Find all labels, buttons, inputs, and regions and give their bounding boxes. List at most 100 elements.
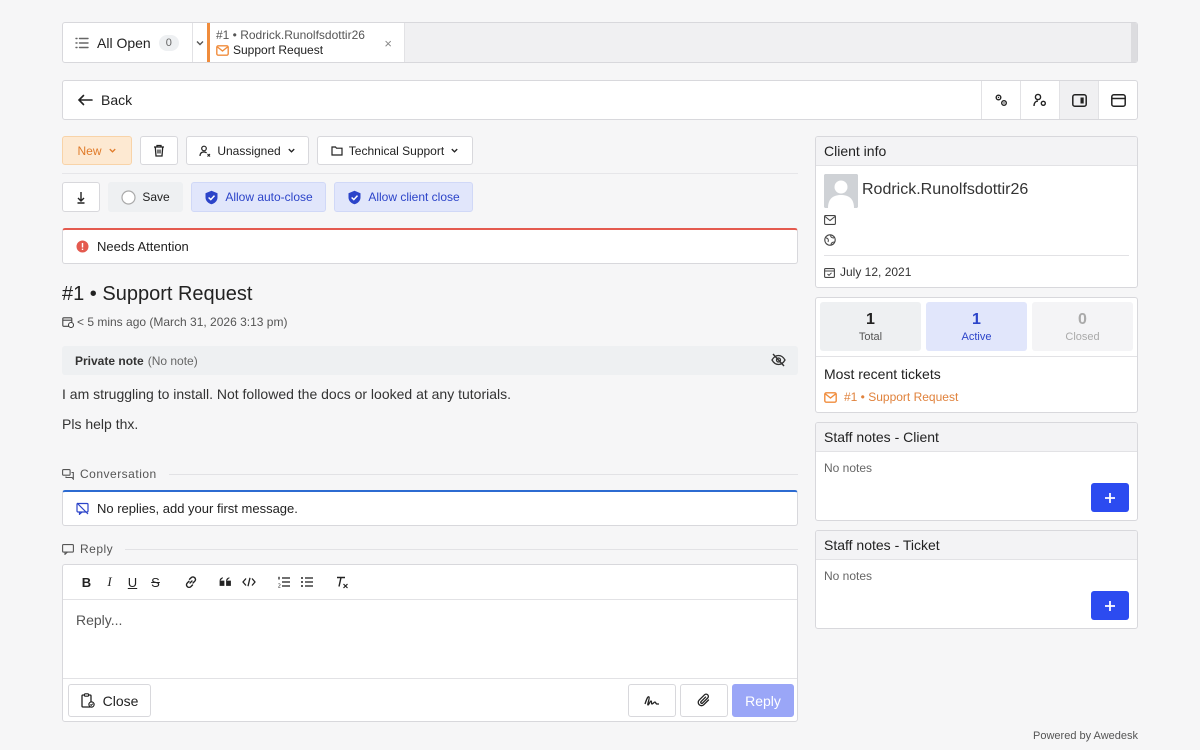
ordered-list-icon[interactable]: 2: [272, 572, 295, 592]
link-icon[interactable]: [179, 572, 202, 592]
stat-total-value: 1: [866, 310, 875, 328]
ticket-meta: < 5 mins ago (March 31, 2026 3:13 pm): [62, 315, 287, 329]
back-bar: Back: [62, 80, 1138, 120]
chevron-down-icon[interactable]: [193, 23, 207, 62]
assignee-dropdown[interactable]: Unassigned: [186, 136, 309, 165]
reply-heading: Reply: [62, 542, 798, 556]
arrow-left-icon: [77, 94, 93, 106]
close-icon[interactable]: ×: [384, 36, 392, 51]
divider: [62, 173, 798, 174]
bullet-list-icon[interactable]: [295, 572, 318, 592]
quote-icon[interactable]: [214, 572, 237, 592]
private-note-bar[interactable]: Private note (No note): [62, 346, 798, 375]
gears-icon[interactable]: [981, 81, 1020, 119]
code-icon[interactable]: [237, 572, 260, 592]
chat-icon: [62, 468, 74, 480]
stat-active[interactable]: 1 Active: [926, 302, 1027, 351]
department-dropdown[interactable]: Technical Support: [317, 136, 473, 165]
staff-notes-ticket-heading: Staff notes - Ticket: [816, 531, 1137, 560]
stat-closed-value: 0: [1078, 310, 1087, 328]
globe-icon: [824, 234, 836, 246]
powered-by[interactable]: Powered by Awedesk: [1033, 730, 1138, 742]
panel-right-icon[interactable]: [1059, 81, 1098, 119]
tab-ticket-subject: Support Request: [233, 43, 324, 57]
ticket-body-line: I am struggling to install. Not followed…: [62, 386, 512, 402]
bold-button[interactable]: B: [75, 572, 98, 592]
chevron-down-icon: [450, 146, 459, 155]
delete-button[interactable]: [140, 136, 178, 165]
stat-total[interactable]: 1 Total: [820, 302, 921, 351]
ticket-tab-bar: All Open 0 #1 • Rodrick.Runolfsdottir26 …: [62, 22, 1138, 63]
auto-close-toggle[interactable]: Allow auto-close: [191, 182, 326, 212]
list-icon: [75, 36, 89, 50]
private-note-value: (No note): [147, 353, 198, 368]
ticket-stats-card: 1 Total 1 Active 0 Closed Most recent ti…: [815, 297, 1138, 413]
client-name[interactable]: Rodrick.Runolfsdottir26: [862, 181, 1028, 199]
reply-button[interactable]: Reply: [732, 684, 794, 717]
clear-format-icon[interactable]: [330, 572, 353, 592]
add-client-note-button[interactable]: [1091, 483, 1129, 512]
clipboard-check-icon: [80, 693, 95, 708]
client-close-toggle[interactable]: Allow client close: [334, 182, 473, 212]
window-icon[interactable]: [1098, 81, 1137, 119]
folder-icon: [331, 145, 343, 156]
recent-ticket-label: #1 • Support Request: [844, 390, 959, 404]
editor-footer: Close Reply: [63, 678, 797, 721]
tab-all-open-label: All Open: [97, 34, 151, 51]
conversation-heading: Conversation: [62, 467, 798, 481]
stat-closed[interactable]: 0 Closed: [1032, 302, 1133, 351]
plus-icon: [1104, 600, 1116, 612]
no-replies-text: No replies, add your first message.: [97, 501, 298, 516]
staff-notes-client-heading: Staff notes - Client: [816, 423, 1137, 452]
private-note-label: Private note: [75, 353, 144, 368]
stat-active-value: 1: [972, 310, 981, 328]
calendar-icon: [824, 267, 835, 278]
client-info-heading: Client info: [816, 137, 1137, 166]
chevron-down-icon: [108, 146, 117, 155]
editor-toolbar: B I U S 2: [63, 565, 797, 600]
tab-ticket-1[interactable]: #1 • Rodrick.Runolfsdottir26 Support Req…: [207, 23, 405, 62]
calendar-clock-icon: [62, 316, 74, 328]
add-ticket-note-button[interactable]: [1091, 591, 1129, 620]
arrow-down-icon: [76, 191, 86, 204]
tab-bar-empty: [405, 23, 1137, 62]
message-icon: [62, 543, 74, 555]
needs-attention-alert: Needs Attention: [62, 228, 798, 264]
download-button[interactable]: [62, 182, 100, 212]
recent-ticket-link[interactable]: #1 • Support Request: [824, 390, 958, 404]
svg-text:2: 2: [277, 584, 280, 589]
reply-label: Reply: [80, 542, 114, 556]
no-replies-notice: No replies, add your first message.: [62, 490, 798, 526]
user-gear-icon[interactable]: [1020, 81, 1059, 119]
status-dropdown[interactable]: New: [62, 136, 132, 165]
back-button[interactable]: Back: [63, 92, 981, 108]
close-ticket-label: Close: [102, 692, 139, 709]
eye-slash-icon[interactable]: [771, 353, 786, 367]
close-ticket-button[interactable]: Close: [68, 684, 151, 717]
underline-button[interactable]: U: [121, 572, 144, 592]
status-label: New: [77, 143, 102, 158]
signature-icon[interactable]: [628, 684, 676, 717]
paperclip-icon[interactable]: [680, 684, 728, 717]
strike-button[interactable]: S: [144, 572, 167, 592]
save-toggle[interactable]: Save: [108, 182, 183, 212]
department-label: Technical Support: [348, 143, 445, 158]
ticket-body-line: Pls help thx.: [62, 416, 139, 432]
alert-text: Needs Attention: [97, 239, 189, 254]
plus-icon: [1104, 492, 1116, 504]
shield-check-icon: [347, 190, 362, 205]
save-label: Save: [142, 190, 170, 204]
comment-slash-icon: [76, 502, 89, 515]
envelope-icon: [824, 215, 836, 225]
reply-textarea[interactable]: Reply...: [63, 600, 797, 680]
assignee-label: Unassigned: [217, 143, 281, 158]
envelope-icon: [824, 391, 837, 403]
tab-all-open[interactable]: All Open 0: [63, 23, 193, 62]
envelope-icon: [216, 44, 229, 56]
chevron-down-icon: [287, 146, 296, 155]
alert-circle-icon: [76, 240, 89, 253]
italic-button[interactable]: I: [98, 572, 121, 592]
client-close-label: Allow client close: [368, 190, 460, 204]
staff-notes-ticket-card: Staff notes - Ticket No notes: [815, 530, 1138, 629]
tab-ticket-title: #1 • Rodrick.Runolfsdottir26: [216, 28, 365, 42]
